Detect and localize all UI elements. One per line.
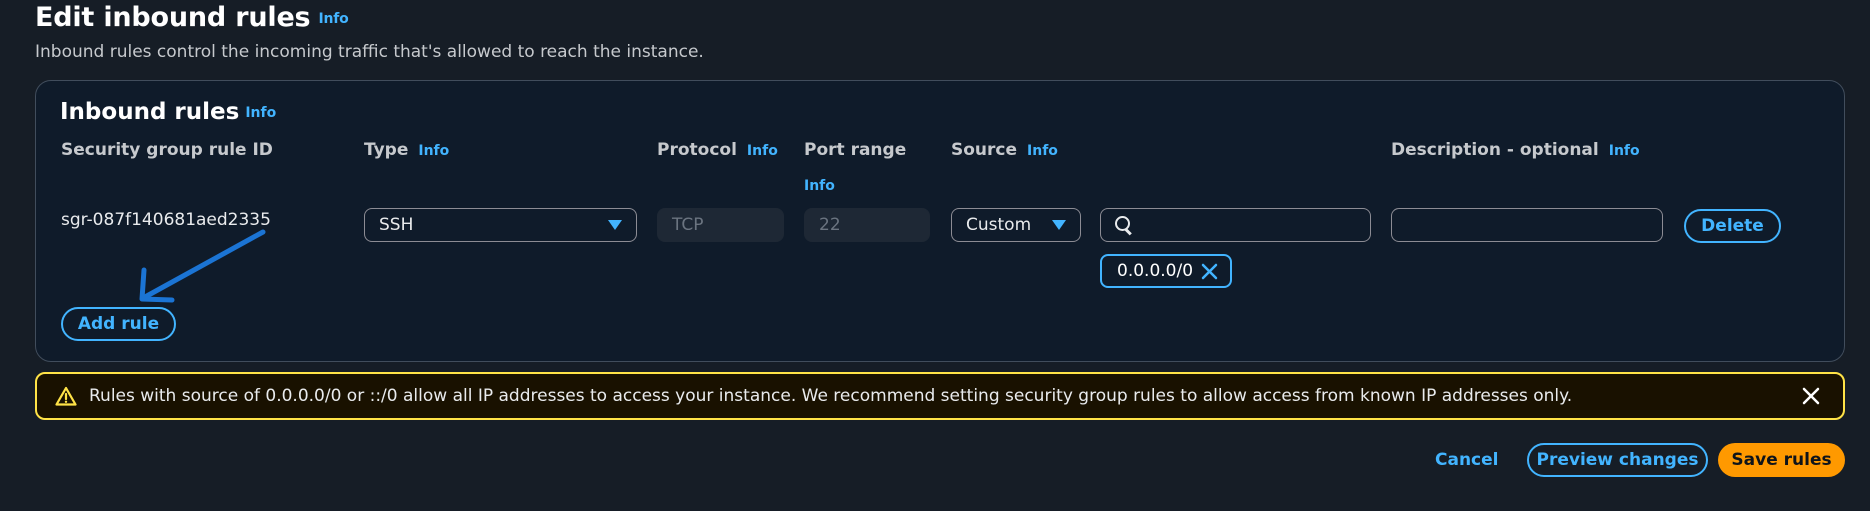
port-range-field: 22: [804, 208, 930, 242]
column-header-protocol-label: Protocol: [657, 140, 737, 160]
delete-button[interactable]: Delete: [1684, 209, 1781, 243]
protocol-field: TCP: [657, 208, 784, 242]
source-token-label: 0.0.0.0/0: [1117, 261, 1194, 281]
column-header-source-label: Source: [951, 140, 1018, 160]
warning-text: Rules with source of 0.0.0.0/0 or ::/0 a…: [89, 386, 1573, 406]
column-header-source: Source Info: [951, 140, 1058, 160]
port-range-info-link[interactable]: Info: [804, 178, 835, 194]
panel-info-link[interactable]: Info: [245, 105, 276, 121]
search-icon: [1115, 216, 1133, 234]
edit-inbound-rules-page: Edit inbound rules Info Inbound rules con…: [0, 0, 1870, 511]
source-mode-value: Custom: [966, 215, 1032, 235]
page-title: Edit inbound rules Info: [35, 2, 349, 33]
arrow-annotation-icon: [139, 229, 266, 303]
column-header-description-label: Description - optional: [1391, 140, 1599, 160]
page-subtitle: Inbound rules control the incoming traff…: [35, 42, 704, 62]
column-header-port-range: Port range: [804, 140, 907, 160]
warning-icon: [55, 386, 77, 406]
warning-alert: Rules with source of 0.0.0.0/0 or ::/0 a…: [35, 372, 1845, 420]
description-input[interactable]: [1391, 208, 1663, 242]
cancel-button[interactable]: Cancel: [1435, 446, 1498, 474]
source-mode-select[interactable]: Custom: [951, 208, 1081, 242]
type-select-value: SSH: [379, 215, 414, 235]
save-rules-button[interactable]: Save rules: [1718, 443, 1845, 477]
panel-title-text: Inbound rules: [60, 99, 240, 125]
close-icon[interactable]: [1801, 386, 1821, 406]
column-header-rule-id: Security group rule ID: [61, 140, 273, 160]
close-icon[interactable]: [1201, 263, 1218, 280]
caret-down-icon: [608, 220, 622, 230]
column-header-protocol: Protocol Info: [657, 140, 778, 160]
panel-title: Inbound rules Info: [60, 99, 276, 125]
caret-down-icon: [1052, 220, 1066, 230]
type-select[interactable]: SSH: [364, 208, 637, 242]
source-token: 0.0.0.0/0: [1100, 254, 1232, 288]
column-header-description: Description - optional Info: [1391, 140, 1640, 160]
source-info-link[interactable]: Info: [1027, 143, 1058, 159]
source-search-input[interactable]: [1100, 208, 1371, 242]
preview-changes-button[interactable]: Preview changes: [1527, 443, 1708, 477]
description-info-link[interactable]: Info: [1609, 143, 1640, 159]
add-rule-button[interactable]: Add rule: [61, 307, 176, 341]
protocol-info-link[interactable]: Info: [747, 143, 778, 159]
column-header-type-label: Type: [364, 140, 409, 160]
page-title-text: Edit inbound rules: [35, 2, 311, 33]
column-header-type: Type Info: [364, 140, 449, 160]
page-title-info-link[interactable]: Info: [318, 11, 348, 27]
type-info-link[interactable]: Info: [418, 143, 449, 159]
